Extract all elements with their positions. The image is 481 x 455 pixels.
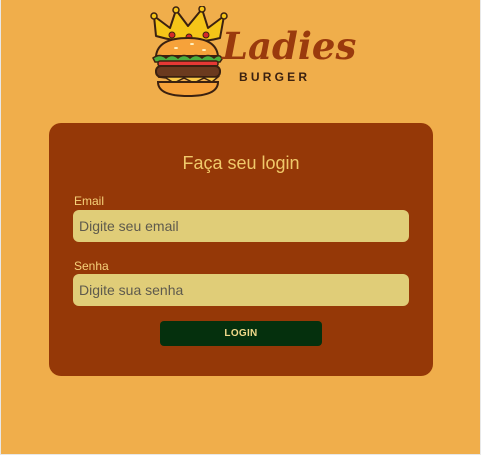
login-button[interactable]: LOGIN xyxy=(160,321,322,346)
login-title: Faça seu login xyxy=(182,153,300,173)
brand-name: Ladies xyxy=(222,24,357,68)
brand-logo: Ladies BURGER xyxy=(150,6,356,102)
password-field[interactable] xyxy=(73,274,409,306)
email-label: Email xyxy=(74,194,105,208)
login-card: Faça seu login Email Senha LOGIN xyxy=(49,123,433,376)
email-field[interactable] xyxy=(73,210,409,242)
brand-subtitle: BURGER xyxy=(239,70,311,84)
password-label: Senha xyxy=(74,259,109,273)
crowned-burger-icon xyxy=(150,6,228,98)
